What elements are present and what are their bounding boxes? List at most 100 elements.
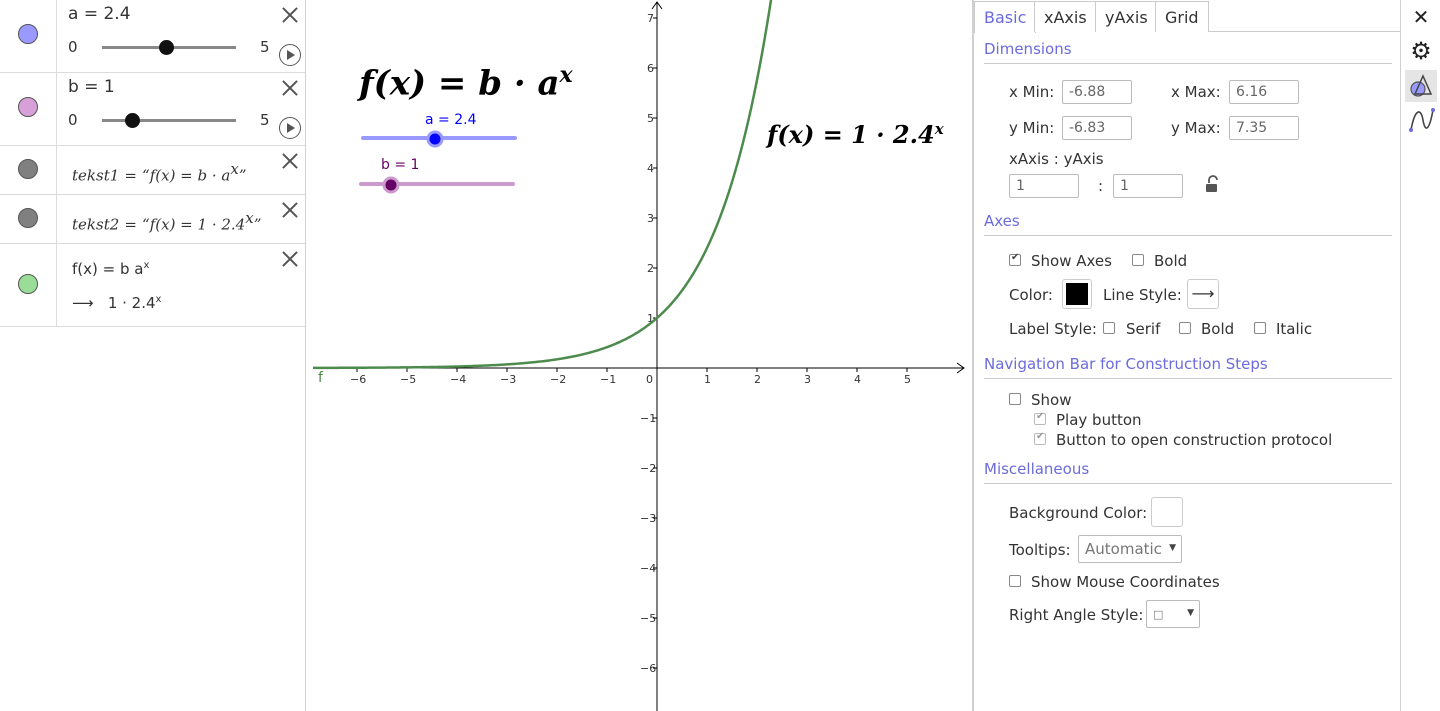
- properties-tabs: Basic xAxis yAxis Grid: [974, 0, 1400, 33]
- section-divider: [984, 235, 1392, 236]
- x-tick-label: 1: [704, 373, 711, 386]
- close-icon[interactable]: [281, 201, 299, 219]
- axis-ratio-label: xAxis : yAxis: [1009, 150, 1104, 168]
- protocol-button-checkbox[interactable]: [1034, 431, 1046, 445]
- visibility-marble[interactable]: [18, 159, 38, 179]
- play-icon[interactable]: [279, 44, 301, 66]
- algebra-row-tekst1[interactable]: tekst1 = “f(x) = b · ax”: [0, 146, 305, 195]
- background-color-swatch[interactable]: [1151, 497, 1183, 527]
- formula-specific-sup: x: [934, 120, 944, 138]
- ratio-y-input[interactable]: [1113, 174, 1183, 198]
- function-f-result-text: 1 · 2.4: [107, 294, 156, 312]
- ymax-input[interactable]: [1229, 116, 1299, 140]
- section-divider: [984, 483, 1392, 484]
- algebra-row-function-f[interactable]: f(x) = b ax ⟶ 1 · 2.4x: [0, 244, 305, 327]
- marble-cell: [0, 0, 57, 72]
- tab-basic[interactable]: Basic: [974, 1, 1037, 33]
- tab-xaxis[interactable]: xAxis: [1034, 1, 1097, 32]
- tab-yaxis[interactable]: yAxis: [1095, 1, 1158, 32]
- italic-checkbox[interactable]: [1254, 322, 1266, 334]
- close-icon[interactable]: [281, 79, 299, 97]
- slider-a-knob[interactable]: [159, 40, 174, 55]
- algebra-row-slider-a[interactable]: a = 2.4 0 5: [0, 0, 305, 73]
- close-icon[interactable]: [281, 152, 299, 170]
- tekst2-eq: =: [124, 215, 137, 234]
- axis-color-fill: [1066, 283, 1088, 305]
- close-icon[interactable]: [281, 6, 299, 24]
- algebra-row-tekst2[interactable]: tekst2 = “f(x) = 1 · 2.4x”: [0, 195, 305, 244]
- visibility-marble[interactable]: [18, 97, 38, 117]
- section-dimensions-title: Dimensions: [984, 40, 1072, 58]
- formula-specific[interactable]: f(x) = 1 · 2.4x: [767, 120, 944, 149]
- marble-cell: [0, 244, 57, 326]
- close-panel-button[interactable]: ✕: [1405, 2, 1437, 34]
- graphics-view[interactable]: −6 −5 −4 −3 −2 −1 0 1 2 3 4 5 7 6 5 4 3 2 1 −1 −2 −3 −4 −5 −6 f…: [313, 0, 965, 711]
- ymin-input[interactable]: [1062, 116, 1132, 140]
- show-navbar-checkbox[interactable]: [1009, 393, 1021, 405]
- axis-color-swatch[interactable]: [1062, 279, 1092, 309]
- visibility-marble[interactable]: [18, 274, 38, 294]
- section-axes-title: Axes: [984, 212, 1020, 230]
- tooltips-label: Tooltips:: [1009, 541, 1071, 559]
- dropdown-arrow-icon: ▼: [1169, 543, 1176, 553]
- visibility-marble[interactable]: [18, 24, 38, 44]
- tekst2-definition: tekst2 = “f(x) = 1 · 2.4x”: [72, 209, 261, 233]
- settings-button[interactable]: ⚙: [1405, 36, 1437, 68]
- dropdown-arrow-icon: ▼: [1187, 608, 1194, 618]
- y-tick-label: 5: [647, 112, 654, 125]
- canvas-slider-b-knob[interactable]: [382, 176, 400, 194]
- visibility-marble[interactable]: [18, 208, 38, 228]
- bold-axes-checkbox[interactable]: [1132, 254, 1144, 266]
- tab-grid[interactable]: Grid: [1155, 1, 1209, 32]
- y-tick-label: 4: [647, 162, 654, 175]
- tekst1-value: “f(x) = b · a: [142, 166, 231, 185]
- tekst1-name: tekst1: [72, 166, 120, 185]
- mouse-coords-checkbox[interactable]: [1009, 575, 1021, 587]
- xmax-label: x Max:: [1171, 83, 1221, 101]
- function-view-button[interactable]: [1405, 104, 1437, 136]
- graphics-view-icon: [1410, 74, 1433, 97]
- function-f-def-sup: x: [143, 260, 150, 271]
- show-axes-checkbox[interactable]: [1009, 252, 1021, 266]
- right-angle-value: □: [1153, 608, 1164, 621]
- slider-a-min: 0: [68, 38, 78, 56]
- slider-a-label: a = 2.4: [68, 4, 131, 24]
- canvas-slider-a-knob[interactable]: [426, 130, 444, 148]
- x-tick-label: 2: [754, 373, 761, 386]
- x-tick-label: 5: [904, 373, 911, 386]
- play-icon[interactable]: [279, 117, 301, 139]
- slider-a-track[interactable]: [102, 40, 236, 55]
- tekst2-value: “f(x) = 1 · 2.4: [142, 215, 246, 234]
- serif-label: Serif: [1126, 320, 1161, 338]
- graphics-settings-button[interactable]: [1405, 70, 1437, 102]
- line-style-button[interactable]: ⟶: [1187, 279, 1219, 309]
- y-tick-label: 3: [647, 212, 654, 225]
- xmax-input[interactable]: [1229, 80, 1299, 104]
- function-f-result: ⟶ 1 · 2.4x: [72, 294, 161, 312]
- slider-b-content: b = 1 0 5: [68, 73, 270, 146]
- algebra-row-slider-b[interactable]: b = 1 0 5: [0, 73, 305, 146]
- serif-checkbox[interactable]: [1103, 322, 1115, 334]
- graph-canvas[interactable]: −6 −5 −4 −3 −2 −1 0 1 2 3 4 5 7654321−1−2−3−4−5−6 f…: [313, 0, 965, 711]
- close-icon[interactable]: [281, 250, 299, 268]
- label-style-label: Label Style:: [1009, 320, 1097, 338]
- formula-general-text: f(x) = b · a: [359, 63, 560, 104]
- slider-b-knob[interactable]: [125, 113, 140, 128]
- tekst1-eq: =: [124, 166, 137, 185]
- tooltips-value: Automatic: [1085, 540, 1162, 558]
- right-angle-select[interactable]: □ ▼: [1146, 600, 1200, 628]
- section-divider: [984, 378, 1392, 379]
- protocol-button-label: Button to open construction protocol: [1056, 431, 1333, 449]
- slider-b-label: b = 1: [68, 77, 115, 97]
- formula-general[interactable]: f(x) = b · ax: [359, 62, 573, 103]
- unlock-icon[interactable]: [1205, 175, 1221, 193]
- slider-b-track[interactable]: [102, 113, 236, 128]
- marble-cell: [0, 73, 57, 145]
- xmin-input[interactable]: [1062, 80, 1132, 104]
- play-button-checkbox[interactable]: [1034, 411, 1046, 425]
- function-f-def-text: f(x) = b a: [72, 260, 144, 278]
- bold-label-checkbox[interactable]: [1179, 322, 1191, 334]
- tooltips-select[interactable]: Automatic ▼: [1078, 535, 1182, 563]
- ratio-x-input[interactable]: [1009, 174, 1079, 198]
- y-tick-label: 2: [647, 262, 654, 275]
